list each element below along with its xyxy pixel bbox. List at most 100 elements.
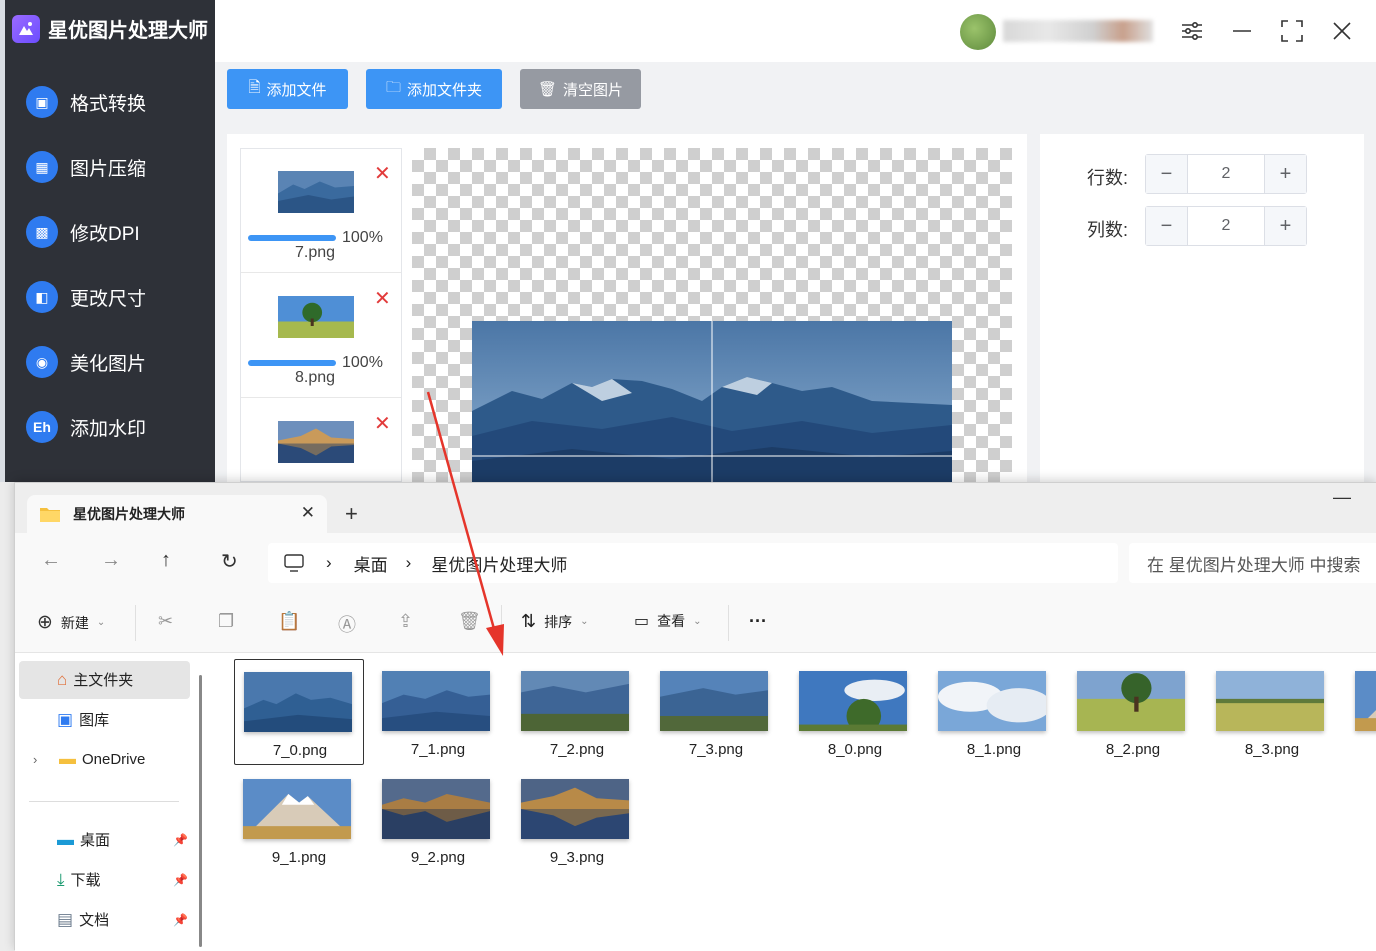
breadcrumb-folder[interactable]: 星优图片处理大师 [431, 551, 567, 576]
file-item[interactable]: 7_3.png [651, 659, 781, 765]
paste-icon[interactable]: 📋 [278, 611, 300, 632]
nav-scrollbar[interactable] [199, 675, 202, 947]
sort-button[interactable]: ⇅ 排序 ⌄ [521, 611, 588, 632]
new-button[interactable]: ⊕ 新建 ⌄ [37, 611, 105, 634]
sidebar-item-label: 更改尺寸 [70, 288, 147, 310]
preview-canvas [412, 148, 1012, 482]
rows-label: 行数: [1087, 168, 1129, 188]
rows-stepper[interactable]: − 2 + [1145, 154, 1307, 194]
refresh-icon[interactable]: ↻ [221, 549, 238, 574]
delete-icon[interactable]: 🗑 [458, 611, 481, 632]
cols-increment-button[interactable]: + [1265, 207, 1306, 245]
remove-file-icon[interactable]: ✕ [374, 411, 391, 436]
file-thumbnail [244, 672, 352, 732]
maximize-icon[interactable] [1277, 16, 1307, 46]
up-arrow-icon[interactable]: ↑ [161, 549, 171, 572]
file-explorer-window: 星优图片处理大师 ✕ + — ← → ↑ ↻ › 桌面 › 星优图片处理大师 在… [14, 482, 1376, 951]
explorer-minimize-icon[interactable]: — [1333, 487, 1351, 508]
search-input[interactable]: 在 星优图片处理大师 中搜索 [1129, 543, 1376, 583]
nav-item-gallery[interactable]: ▣ 图库 [57, 709, 109, 730]
file-item[interactable]: 7_0.png [234, 659, 364, 765]
file-item[interactable]: 8_3.png [1207, 659, 1337, 765]
remove-file-icon[interactable]: ✕ [374, 161, 391, 186]
progress-bar [248, 235, 336, 241]
view-button[interactable]: ▭ 查看 ⌄ [634, 611, 702, 631]
explorer-tab-bar: 星优图片处理大师 ✕ + — [15, 483, 1376, 533]
tab-close-icon[interactable]: ✕ [301, 503, 315, 523]
sort-icon: ⇅ [521, 611, 537, 631]
minimize-icon[interactable] [1227, 16, 1257, 46]
copy-icon[interactable]: ❐ [218, 611, 234, 632]
file-name: 9_3.png [549, 849, 605, 866]
forward-arrow-icon[interactable]: → [101, 549, 121, 572]
cut-icon[interactable]: ✂ [158, 611, 173, 632]
sidebar-item-watermark[interactable]: Eh 添加水印 [26, 411, 146, 443]
new-tab-button[interactable]: + [345, 501, 358, 527]
file-list-item[interactable]: ✕ [241, 399, 401, 481]
breadcrumb[interactable]: › 桌面 › 星优图片处理大师 [268, 543, 1118, 583]
file-thumbnail [382, 779, 490, 839]
sidebar-item-label: 美化图片 [70, 353, 147, 375]
cols-label: 列数: [1087, 220, 1129, 240]
rows-decrement-button[interactable]: − [1146, 155, 1187, 193]
sidebar-item-image-compress[interactable]: ▦ 图片压缩 [26, 151, 146, 183]
cols-stepper[interactable]: − 2 + [1145, 206, 1307, 246]
sidebar-item-dpi[interactable]: ▩ 修改DPI [26, 216, 140, 248]
rows-value[interactable]: 2 [1187, 155, 1265, 193]
breadcrumb-desktop[interactable]: 桌面 [354, 551, 388, 576]
explorer-tab[interactable]: 星优图片处理大师 ✕ [27, 495, 327, 533]
view-icon: ▭ [634, 613, 650, 630]
back-arrow-icon[interactable]: ← [41, 549, 61, 572]
nav-item-documents[interactable]: ▤ 文档 [57, 909, 109, 930]
share-icon[interactable]: ⇪ [398, 611, 413, 632]
sidebar-item-label: 图片压缩 [70, 158, 147, 180]
remove-file-icon[interactable]: ✕ [374, 286, 391, 311]
nav-item-downloads[interactable]: ⤓ 下载 [57, 869, 101, 890]
file-item[interactable]: 8_2.png [1068, 659, 1198, 765]
settings-sliders-icon[interactable] [1177, 16, 1207, 46]
nav-item-desktop[interactable]: ▬ 桌面 [57, 829, 110, 850]
pin-icon[interactable]: 📌 [173, 873, 188, 887]
file-name: 7_0.png [272, 742, 328, 759]
user-avatar[interactable] [960, 14, 996, 50]
image-convert-icon: ▣ [26, 86, 58, 118]
nav-item-home[interactable]: ⌂ 主文件夹 [57, 669, 133, 690]
sidebar-item-image-convert[interactable]: ▣ 格式转换 [26, 86, 146, 118]
file-item[interactable]: 9_3.png [512, 767, 642, 873]
file-item[interactable]: 8_0.png [790, 659, 920, 765]
progress-bar [248, 360, 336, 366]
file-name: 7_2.png [549, 741, 605, 758]
home-icon: ⌂ [57, 669, 68, 689]
file-item[interactable]: 7_2.png [512, 659, 642, 765]
add-file-button[interactable]: 🗎 添加文件 [227, 69, 348, 109]
rows-increment-button[interactable]: + [1265, 155, 1306, 193]
clear-images-button[interactable]: 🗑 清空图片 [520, 69, 641, 109]
sidebar-item-resize[interactable]: ◧ 更改尺寸 [26, 281, 146, 313]
chevron-down-icon: ⌄ [580, 616, 589, 627]
rename-icon[interactable]: Ⓐ [338, 611, 356, 637]
file-thumbnail [799, 671, 907, 734]
file-item[interactable]: 9_1.png [234, 767, 364, 873]
file-list-item[interactable]: ✕ 100% 7.png [241, 149, 401, 273]
nav-item-onedrive[interactable]: › ▬ OneDrive [33, 749, 145, 769]
new-label: 新建 [60, 614, 89, 631]
pin-icon[interactable]: 📌 [173, 833, 188, 847]
file-name: 8.png [295, 369, 336, 386]
cols-value[interactable]: 2 [1187, 207, 1265, 245]
sidebar-item-beautify[interactable]: ◉ 美化图片 [26, 346, 146, 378]
add-folder-button[interactable]: 🗀 添加文件夹 [366, 69, 502, 109]
add-circle-icon: ⊕ [37, 612, 53, 633]
file-item[interactable]: 7_1.png [373, 659, 503, 765]
more-options-icon[interactable]: ··· [749, 611, 767, 632]
file-name: 8_0.png [827, 741, 883, 758]
file-item[interactable]: 8_1.png [929, 659, 1059, 765]
file-item[interactable]: 9_2.png [373, 767, 503, 873]
pin-icon[interactable]: 📌 [173, 913, 188, 927]
file-thumbnail [382, 671, 490, 731]
file-list-item[interactable]: ✕ 100% 8.png [241, 274, 401, 398]
split-preview-image [472, 321, 952, 482]
file-thumbnail-partial[interactable] [1355, 671, 1376, 731]
cols-decrement-button[interactable]: − [1146, 207, 1187, 245]
navigation-pane: ⌂ 主文件夹 ▣ 图库 › ▬ OneDrive ▬ 桌面 📌 ⤓ 下载 📌 ▤… [15, 653, 210, 951]
close-icon[interactable] [1327, 16, 1357, 46]
